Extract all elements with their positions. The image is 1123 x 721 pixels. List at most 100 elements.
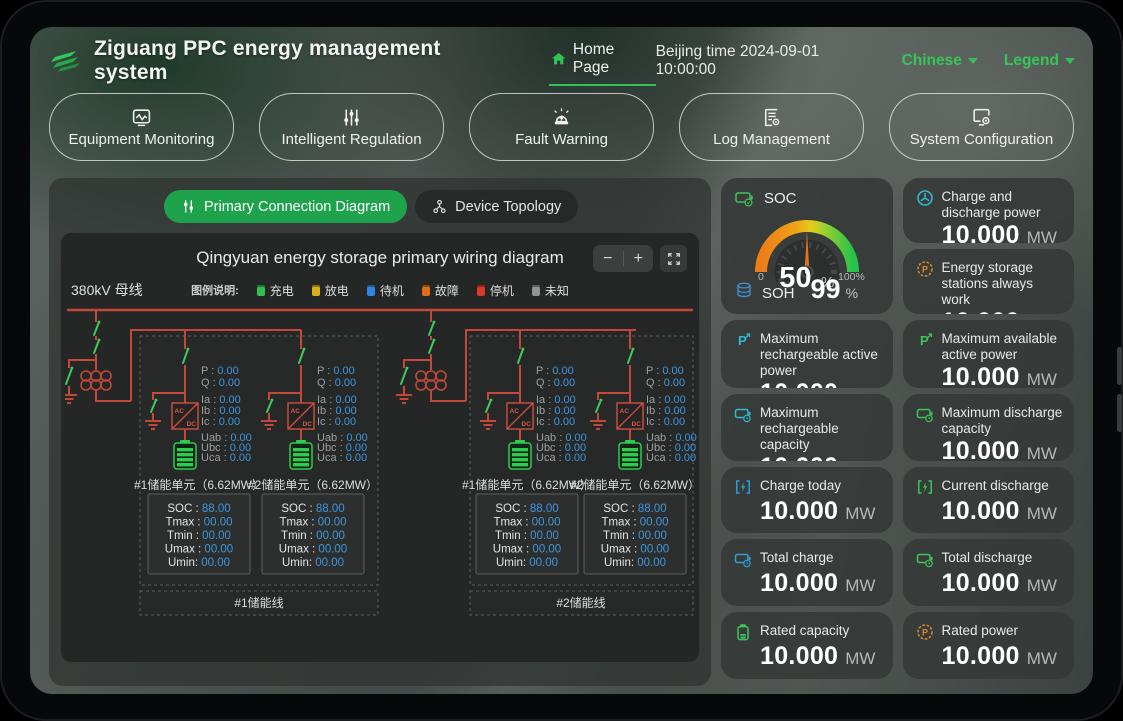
svg-text:Tmax : 00.00: Tmax : 00.00 [493,517,560,529]
nav-system-configuration[interactable]: System Configuration [889,93,1074,161]
metric-unit: MW [845,649,875,668]
tab-label: Primary Connection Diagram [204,199,390,215]
soc-header: SOC [735,190,797,207]
alarm-siren-icon [551,107,572,128]
legend-title: 图例说明: [191,282,239,298]
metric-title: Energy storage stations always work [942,260,1065,308]
svg-text:Tmax : 00.00: Tmax : 00.00 [601,517,668,529]
svg-text:P : 0.00: P : 0.00 [201,365,239,377]
metric-value: 10.000 [760,497,838,525]
language-dropdown[interactable]: Chinese [902,52,978,70]
svg-text:Tmin : 00.00: Tmin : 00.00 [495,530,559,542]
metric-unit: MW [845,504,875,523]
fullscreen-icon [667,252,681,266]
svg-text:Uca : 0.00: Uca : 0.00 [536,452,586,464]
soc-label: SOC [764,190,797,207]
metric-card-current-discharge: Current discharge 10.000MW [903,467,1075,533]
svg-text:P : 0.00: P : 0.00 [317,365,355,377]
nav-fault-warning[interactable]: Fault Warning [469,93,654,161]
metric-value: 10.000 [760,642,838,670]
svg-text:P : 0.00: P : 0.00 [646,365,684,377]
fullscreen-button[interactable] [660,245,687,272]
tab-label: Device Topology [455,199,561,215]
soh-unit: % [846,285,858,301]
home-icon [551,51,566,67]
battery-badge-icon [916,550,935,569]
svg-text:Umin: 00.00: Umin: 00.00 [282,557,344,569]
p-circle-icon: P [916,623,935,642]
battery-status-icon [257,285,265,296]
header: Ziguang PPC energy management system Hom… [48,37,1075,85]
svg-text:Umax : 00.00: Umax : 00.00 [601,544,669,556]
monitor-gear-icon [971,107,992,128]
tablet-frame: Ziguang PPC energy management system Hom… [0,0,1123,721]
unit-stats-box: SOC : 88.00 Tmax : 00.00 Tmin : 00.00 Um… [584,494,686,574]
nav-log-management[interactable]: Log Management [679,93,864,161]
busbar-label: 380kV 母线 [71,280,143,300]
metric-card-max-rechargeable-active-power: P Maximum rechargeable active power 10.0… [721,320,893,388]
battery-status-icon [477,285,485,296]
language-value: Chinese [902,52,962,70]
svg-text:Tmax : 00.00: Tmax : 00.00 [279,517,346,529]
nav-equipment-monitoring[interactable]: Equipment Monitoring [49,93,234,161]
volume-up-button [1117,347,1122,385]
legend-item-discharging: 放电 [312,282,349,299]
nav-intelligent-regulation[interactable]: Intelligent Regulation [259,93,444,161]
wiring-panel: Primary Connection Diagram Device Topolo… [49,178,711,686]
metric-unit: MW [1027,444,1057,461]
metric-unit: MW [845,460,875,461]
metric-unit: MW [845,386,875,388]
zoom-in-button[interactable]: + [624,245,654,272]
main-navigation: Equipment Monitoring Intelligent Regulat… [49,93,1074,163]
bolt-brackets-icon [916,478,935,497]
svg-text:SOC : 88.00: SOC : 88.00 [167,503,230,515]
metric-card-max-available-active-power: P Maximum available active power 10.000M… [903,320,1075,388]
metric-title: Maximum rechargeable capacity [760,405,883,453]
app-logo-icon [48,47,86,75]
metric-unit: MW [1027,370,1057,388]
zoom-out-button[interactable]: − [593,245,623,272]
svg-text:P : 0.00: P : 0.00 [536,365,574,377]
metric-value: 10.000 [942,363,1020,388]
svg-text:Umax : 00.00: Umax : 00.00 [493,544,561,556]
svg-text:P: P [738,333,747,348]
legend-item-fault: 故障 [422,282,459,299]
home-page-label: Home Page [573,41,652,77]
p-circle-icon: P [916,260,935,279]
storage-line-label: #1储能线 [234,595,283,610]
unit-title: #2储能单元（6.62MW） [570,477,697,492]
nav-label: Fault Warning [515,131,608,148]
tab-primary-connection-diagram[interactable]: Primary Connection Diagram [164,190,407,223]
metric-unit: MW [845,576,875,595]
circuit-icon [181,199,196,214]
metric-value: 10.000 [942,221,1020,243]
svg-text:Umin: 00.00: Umin: 00.00 [496,557,558,569]
home-page-link[interactable]: Home Page [549,37,656,86]
chevron-down-icon [1065,58,1075,64]
svg-text:Q : 0.00: Q : 0.00 [646,377,685,389]
svg-text:Tmin : 00.00: Tmin : 00.00 [603,530,667,542]
metric-title: Maximum available active power [942,331,1065,363]
metric-value: 10.000 [942,642,1020,670]
nav-label: Equipment Monitoring [69,131,215,148]
metric-card-max-rechargeable-capacity: Maximum rechargeable capacity 10.000MW [721,394,893,461]
soc-gauge-card: SOC [721,178,893,314]
app-screen: Ziguang PPC energy management system Hom… [30,27,1093,694]
document-gear-icon [761,107,782,128]
diagram-title-row: Qingyuan energy storage primary wiring d… [61,241,699,277]
page-title: Ziguang PPC energy management system [94,37,505,85]
legend-dropdown[interactable]: Legend [1004,52,1075,70]
metric-card-total-charge: Total charge 10.000MW [721,539,893,606]
svg-text:Umin: 00.00: Umin: 00.00 [604,557,666,569]
legend-item-unknown: 未知 [532,282,569,299]
soh-value: 99 [811,274,841,305]
tab-device-topology[interactable]: Device Topology [415,190,578,223]
monitor-pulse-icon [131,107,152,128]
svg-text:SOC : 88.00: SOC : 88.00 [495,503,558,515]
svg-text:SOC : 88.00: SOC : 88.00 [281,503,344,515]
metric-unit: MW [1027,504,1057,523]
clock-text: Beijing time 2024-09-01 10:00:00 [656,43,876,79]
unit-stats-box: SOC : 88.00 Tmax : 00.00 Tmin : 00.00 Um… [262,494,364,574]
svg-text:Q : 0.00: Q : 0.00 [317,377,356,389]
metric-card-energy-storage-always-work: P Energy storage stations always work 10… [903,249,1075,314]
